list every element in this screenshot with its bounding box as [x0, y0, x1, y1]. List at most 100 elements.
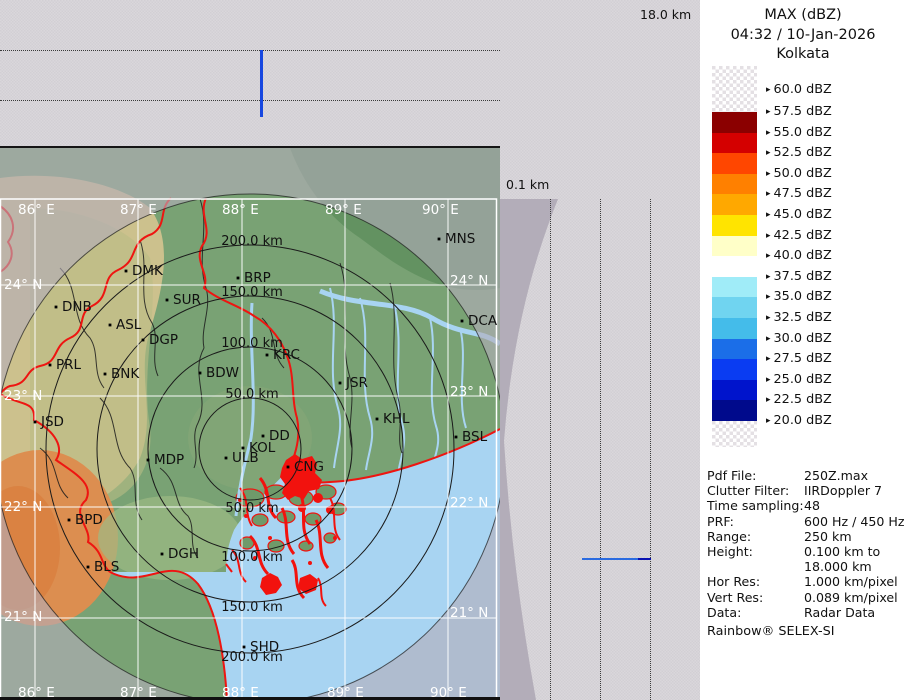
legend-panel: MAX (dBZ) 04:32 / 10-Jan-2026 Kolkata ▸6… — [700, 0, 906, 700]
metadata-value: 250Z.max — [804, 468, 868, 483]
range-ring-label: 150.0 km — [221, 600, 283, 615]
radar-map: 86° E86° E87° E87° E88° E88° E89° E89° E… — [0, 148, 500, 700]
scale-band — [712, 153, 757, 174]
product-timestamp: 04:32 / 10-Jan-2026 — [700, 26, 906, 46]
cross-section-top-panel — [0, 0, 500, 148]
metadata-row: Height:0.100 km to — [707, 544, 903, 559]
range-ring-label: 50.0 km — [225, 501, 278, 516]
longitude-label-top: 90° E — [422, 202, 459, 218]
scale-tick-arrow-icon: ▸ — [766, 416, 771, 426]
city-label: DGP — [149, 332, 178, 348]
height-gridline — [550, 199, 551, 700]
scale-band — [712, 236, 757, 257]
dbz-scale-label: ▸30.0 dBZ — [766, 331, 832, 346]
scale-tick-arrow-icon: ▸ — [766, 272, 771, 282]
dbz-scale-label: ▸57.5 dBZ — [766, 104, 832, 119]
city-label: BNK — [111, 366, 140, 382]
product-metadata: Pdf File:250Z.maxClutter Filter:IIRDoppl… — [707, 468, 903, 620]
longitude-label-bottom: 89° E — [327, 685, 364, 700]
city-dot — [55, 306, 58, 309]
city-dot — [287, 466, 290, 469]
city-dot — [438, 238, 441, 241]
city-dot — [339, 382, 342, 385]
scale-band — [712, 194, 757, 215]
dbz-scale-label: ▸25.0 dBZ — [766, 372, 832, 387]
metadata-value: 600 Hz / 450 Hz — [804, 514, 905, 529]
scale-band — [712, 297, 757, 318]
metadata-value: IIRDoppler 7 — [804, 483, 882, 498]
city-label: CNG — [294, 459, 324, 475]
dbz-scale-label: ▸40.0 dBZ — [766, 248, 832, 263]
metadata-value: 48 — [804, 498, 820, 513]
metadata-value: 0.100 km to — [804, 544, 880, 559]
metadata-label — [707, 559, 804, 574]
echo-profile-mark — [582, 558, 638, 560]
city-label: KRC — [273, 347, 300, 363]
scale-band — [712, 359, 757, 380]
dbz-scale-label: ▸60.0 dBZ — [766, 82, 832, 97]
latitude-label-right: 23° N — [450, 384, 488, 400]
city-label: KHL — [383, 411, 410, 427]
range-ring-label: 100.0 km — [221, 550, 283, 565]
city-dot — [87, 566, 90, 569]
scale-band — [712, 133, 757, 154]
city-label: MDP — [154, 452, 184, 468]
metadata-row: Data:Radar Data — [707, 605, 903, 620]
scale-band — [712, 318, 757, 339]
scale-tick-arrow-icon: ▸ — [766, 85, 771, 95]
metadata-label: Time sampling: — [707, 498, 804, 513]
city-dot — [199, 372, 202, 375]
scale-tick-arrow-icon: ▸ — [766, 354, 771, 364]
city-label: DCA — [468, 313, 498, 329]
metadata-label: Height: — [707, 544, 804, 559]
city-label: BPD — [75, 512, 103, 528]
city-dot — [461, 320, 464, 323]
city-dot — [104, 373, 107, 376]
echo-profile-mark-dark — [638, 558, 651, 560]
latitude-label-left: 24° N — [4, 277, 42, 293]
scale-tick-arrow-icon: ▸ — [766, 313, 771, 323]
latitude-label-right: 21° N — [450, 605, 488, 621]
scale-tick-arrow-icon: ▸ — [766, 210, 771, 220]
metadata-row: Hor Res:1.000 km/pixel — [707, 574, 903, 589]
city-dot — [166, 299, 169, 302]
longitude-label-bottom: 88° E — [222, 685, 259, 700]
height-axis-max-label: 18.0 km — [640, 7, 691, 22]
radar-product-screen: 18.0 km 0.1 km — [0, 0, 906, 700]
city-dot — [237, 277, 240, 280]
dbz-scale-label: ▸20.0 dBZ — [766, 413, 832, 428]
scale-tick-arrow-icon: ▸ — [766, 148, 771, 158]
city-label: DMK — [132, 263, 164, 279]
metadata-row: Pdf File:250Z.max — [707, 468, 903, 483]
city-dot — [142, 339, 145, 342]
city-label: BRP — [244, 270, 271, 286]
metadata-value: 18.000 km — [804, 559, 872, 574]
city-label: JSR — [345, 375, 368, 391]
metadata-label: Pdf File: — [707, 468, 804, 483]
city-dot — [266, 354, 269, 357]
metadata-label: PRF: — [707, 514, 804, 529]
longitude-label-top: 86° E — [18, 202, 55, 218]
latitude-label-right: 24° N — [450, 273, 488, 289]
city-label: SUR — [173, 292, 201, 308]
latitude-label-left: 22° N — [4, 499, 42, 515]
city-label: SHD — [250, 639, 279, 655]
dbz-scale-label: ▸35.0 dBZ — [766, 289, 832, 304]
scale-band — [712, 277, 757, 298]
dbz-scale-label: ▸27.5 dBZ — [766, 351, 832, 366]
city-label: BSL — [462, 429, 488, 445]
metadata-value: 1.000 km/pixel — [804, 574, 898, 589]
city-label: BDW — [206, 365, 239, 381]
metadata-row: Time sampling:48 — [707, 498, 903, 513]
range-ring-label: 200.0 km — [221, 234, 283, 249]
scale-band-transparent — [712, 421, 757, 447]
city-dot — [262, 435, 265, 438]
range-ring-label: 50.0 km — [225, 387, 278, 402]
height-gridline — [600, 199, 601, 700]
city-label: BLS — [94, 559, 119, 575]
dbz-scale-label: ▸50.0 dBZ — [766, 166, 832, 181]
city-dot — [34, 421, 37, 424]
terrain-coastal-plain — [98, 496, 242, 580]
height-gridline — [0, 100, 500, 101]
city-label: ULB — [232, 450, 259, 466]
